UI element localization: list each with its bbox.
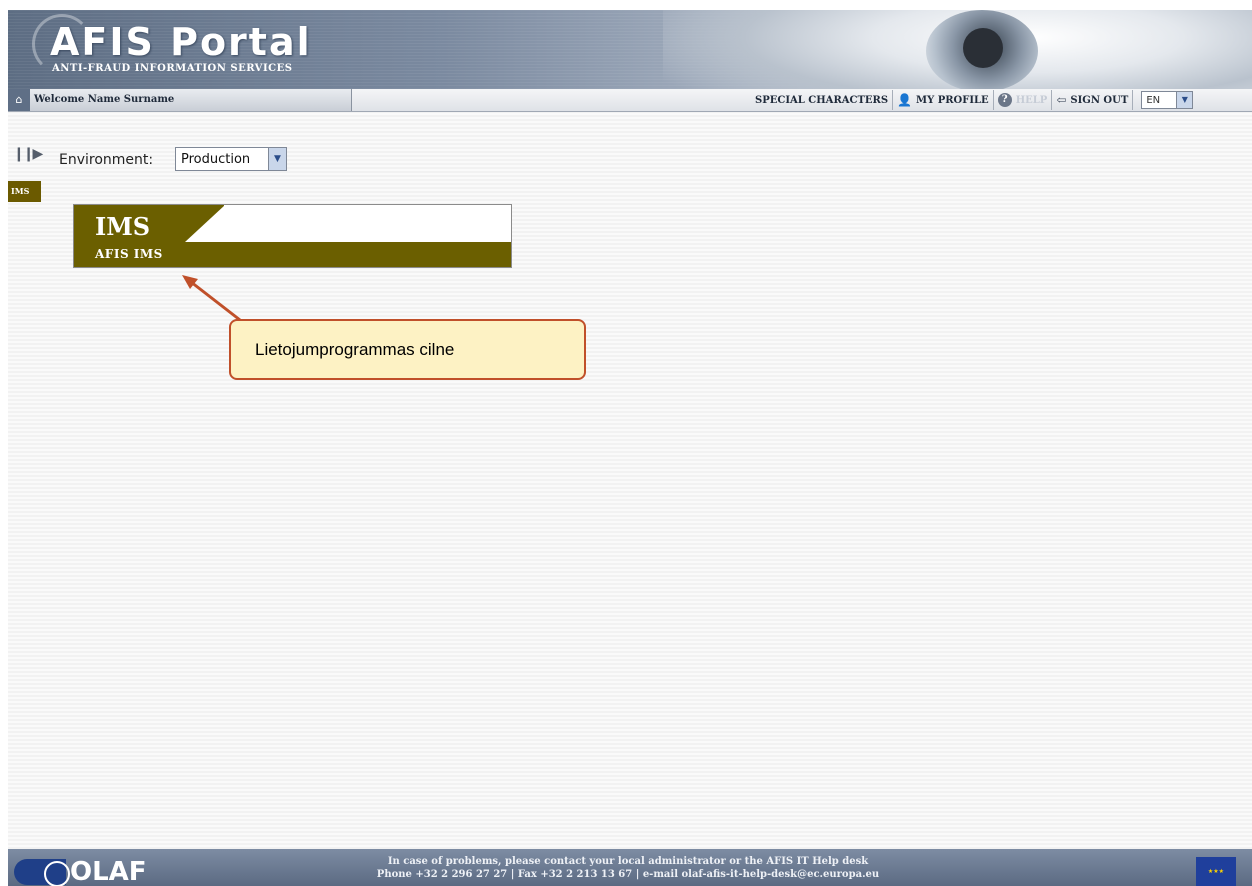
language-select[interactable]: EN ▼	[1141, 91, 1194, 109]
panel-toggle-icon[interactable]: ❙❙▶	[13, 146, 43, 162]
portal-footer: OLAF In case of problems, please contact…	[8, 849, 1252, 886]
tile-white-band	[224, 205, 511, 242]
top-actions: SPECIAL CHARACTERS 👤 MY PROFILE ? HELP ⇦…	[751, 89, 1252, 111]
footer-line-1: In case of problems, please contact your…	[387, 856, 869, 867]
help-label: HELP	[1015, 94, 1048, 106]
my-profile-button[interactable]: 👤 MY PROFILE	[893, 90, 994, 110]
sign-out-button[interactable]: ⇦ SIGN OUT	[1052, 90, 1134, 110]
footer-line-2: Phone +32 2 296 27 27 | Fax +32 2 213 13…	[376, 869, 880, 880]
environment-label: Environment:	[59, 152, 154, 168]
eu-flag-icon: ★★★	[1196, 857, 1236, 886]
tile-diagonal	[185, 205, 225, 242]
user-icon: 👤	[897, 93, 913, 107]
welcome-message: Welcome Name Surname	[30, 89, 352, 111]
sign-out-label: SIGN OUT	[1070, 94, 1129, 106]
tile-subtitle: AFIS IMS	[95, 247, 163, 261]
tile-title: IMS	[95, 212, 151, 241]
environment-value: Production	[181, 151, 251, 167]
olaf-logo: OLAF	[14, 857, 164, 886]
top-bar: ⌂ Welcome Name Surname SPECIAL CHARACTER…	[8, 89, 1252, 112]
application-tile-ims[interactable]: IMS AFIS IMS	[73, 204, 512, 268]
olaf-emblem-icon	[14, 859, 70, 886]
special-characters-label: SPECIAL CHARACTERS	[755, 94, 889, 106]
help-button[interactable]: ? HELP	[994, 90, 1053, 110]
my-profile-label: MY PROFILE	[916, 94, 989, 106]
portal-header: AFIS Portal ANTI-FRAUD INFORMATION SERVI…	[8, 10, 1252, 89]
header-eye-pupil	[963, 28, 1003, 68]
home-icon[interactable]: ⌂	[8, 89, 30, 111]
portal-subtitle: ANTI-FRAUD INFORMATION SERVICES	[52, 63, 293, 74]
side-tab-ims[interactable]: IMS	[8, 181, 41, 202]
language-value: EN	[1146, 94, 1161, 106]
olaf-logo-text: OLAF	[70, 857, 147, 886]
chevron-down-icon: ▼	[1176, 92, 1193, 108]
portal-title: AFIS Portal	[50, 20, 312, 64]
help-icon: ?	[997, 93, 1012, 107]
chevron-down-icon: ▼	[268, 148, 286, 170]
sign-out-icon: ⇦	[1056, 93, 1067, 107]
callout-box: Lietojumprogrammas cilne	[229, 319, 586, 380]
special-characters-button[interactable]: SPECIAL CHARACTERS	[751, 90, 894, 110]
footer-contact: In case of problems, please contact your…	[248, 855, 1008, 881]
main-content: ❙❙▶ Environment: Production ▼ IMS IMS AF…	[8, 112, 1252, 849]
environment-select[interactable]: Production ▼	[175, 147, 287, 171]
